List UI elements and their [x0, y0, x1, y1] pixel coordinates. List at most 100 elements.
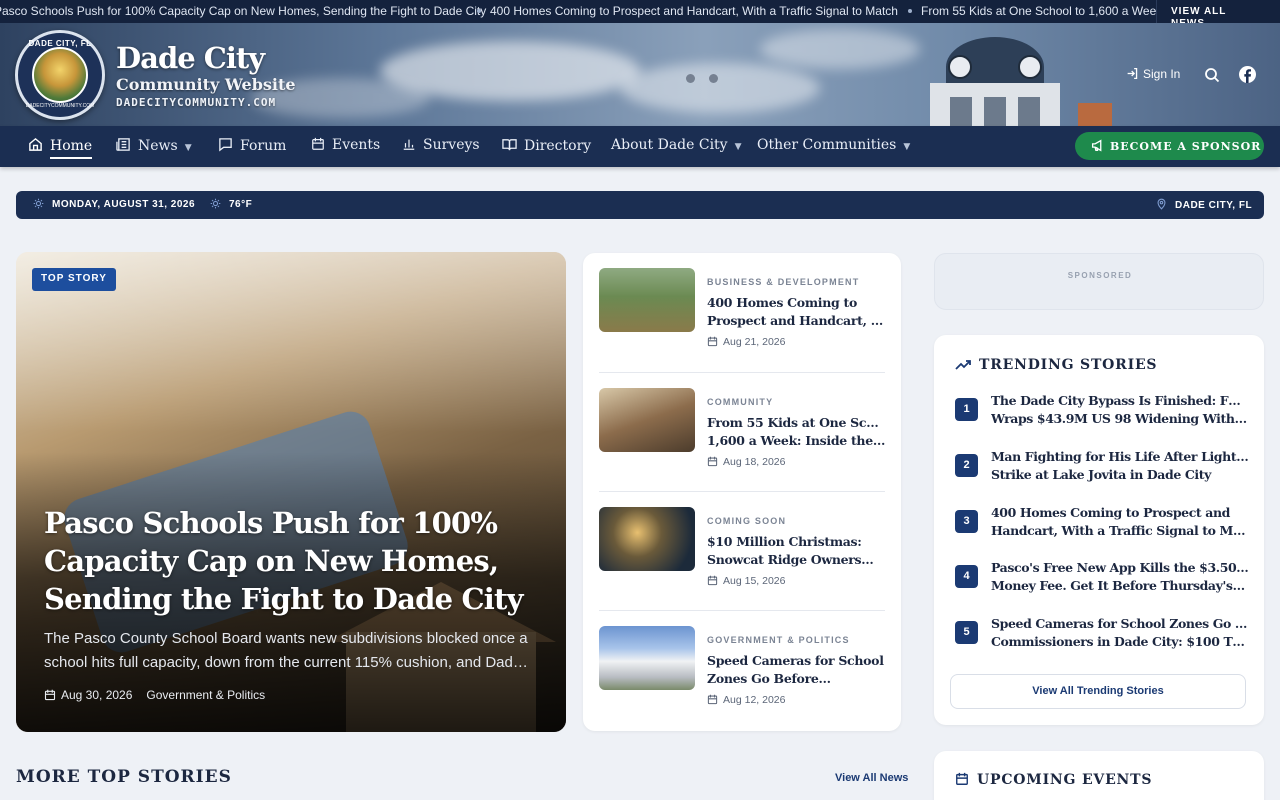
trending-item-title[interactable]: Speed Cameras for School Zones Go Before…	[991, 615, 1249, 651]
upcoming-events-title: UPCOMING EVENTS	[955, 772, 1152, 788]
story-category: COMMUNITY	[707, 397, 774, 407]
list-item[interactable]: COMING SOON $10 Million Christmas: Snowca…	[599, 491, 885, 597]
trending-item-title[interactable]: 400 Homes Coming to Prospect and Handcart…	[991, 504, 1249, 540]
trending-stories-card: TRENDING STORIES 1 The Dade City Bypass …	[934, 335, 1264, 725]
sign-in-link[interactable]: Sign In	[1126, 67, 1180, 81]
nav-label: Forum	[240, 138, 287, 154]
nav-item-other-communities[interactable]: Other Communities ▼	[757, 137, 910, 153]
nav-item-forum[interactable]: Forum	[218, 137, 286, 154]
calendar-icon	[707, 694, 718, 705]
story-title[interactable]: Speed Cameras for School Zones Go Before…	[707, 652, 887, 688]
top-story-meta: Aug 30, 2026 Government & Politics	[44, 688, 265, 702]
main-nav: Home News ▼ Forum Events Surveys Director…	[0, 126, 1280, 167]
story-date: Aug 18, 2026	[707, 456, 785, 468]
chevron-down-icon: ▼	[184, 143, 192, 153]
slider-dot[interactable]	[686, 74, 695, 83]
top-story-excerpt: The Pasco County School Board wants new …	[44, 630, 528, 671]
slider-dot[interactable]	[709, 74, 718, 83]
ticker-item-label: From 55 Kids at One School to 1,600 a We…	[921, 4, 1160, 18]
trending-item[interactable]: 4 Pasco's Free New App Kills the $3.50 L…	[955, 559, 1250, 603]
become-sponsor-label: BECOME A SPONSOR	[1110, 140, 1262, 153]
ticker-item-label: 400 Homes Coming to Prospect and Handcar…	[490, 4, 898, 18]
rank-badge: 4	[955, 565, 978, 588]
story-title[interactable]: 400 Homes Coming to Prospect and Handcart…	[707, 294, 887, 330]
map-pin-icon	[1157, 198, 1166, 210]
story-thumbnail[interactable]	[599, 626, 695, 690]
top-story-card[interactable]: TOP STORY Pasco Schools Push for 100% Ca…	[16, 252, 566, 732]
top-story-date: Aug 30, 2026	[61, 688, 133, 702]
nav-item-home[interactable]: Home	[28, 137, 93, 159]
nav-label: Other Communities	[757, 137, 897, 153]
home-icon	[29, 137, 42, 151]
trending-item-title[interactable]: Man Fighting for His Life After Lightnin…	[991, 448, 1249, 484]
become-sponsor-button[interactable]: BECOME A SPONSOR	[1075, 132, 1264, 160]
ticker-item[interactable]: From 55 Kids at One School to 1,600 a We…	[908, 4, 1160, 18]
nav-item-directory[interactable]: Directory	[502, 137, 591, 154]
nav-item-surveys[interactable]: Surveys	[402, 137, 480, 153]
seal-emblem	[32, 47, 88, 103]
ticker-item[interactable]: Pasco Schools Push for 100% Capacity Cap…	[0, 4, 486, 18]
top-story-category[interactable]: Government & Politics	[146, 688, 265, 702]
story-category: COMING SOON	[707, 516, 787, 526]
nav-label: Directory	[524, 138, 592, 154]
nav-item-about[interactable]: About Dade City ▼	[611, 137, 742, 153]
list-item[interactable]: COMMUNITY From 55 Kids at One School to1…	[599, 372, 887, 478]
sponsored-slot[interactable]: SPONSORED	[934, 253, 1264, 310]
view-all-news-link[interactable]: View All News	[835, 772, 908, 784]
news-ticker: Pasco Schools Push for 100% Capacity Cap…	[0, 0, 1280, 23]
view-all-news-link[interactable]: VIEW ALL NEWS→	[1156, 0, 1280, 23]
trending-item[interactable]: 5 Speed Cameras for School Zones Go Befo…	[955, 615, 1250, 659]
rank-badge: 3	[955, 510, 978, 533]
trending-item-title[interactable]: Pasco's Free New App Kills the $3.50 Lun…	[991, 559, 1249, 595]
list-item[interactable]: GOVERNMENT & POLITICS Speed Cameras for …	[599, 610, 885, 716]
story-title[interactable]: From 55 Kids at One School to1,600 a Wee…	[707, 414, 887, 450]
story-category: BUSINESS & DEVELOPMENT	[707, 277, 860, 287]
top-story-title[interactable]: Pasco Schools Push for 100% Capacity Cap…	[44, 504, 544, 618]
header-background-building	[1078, 103, 1112, 126]
header-background-cloud	[760, 29, 920, 69]
current-temperature: 76°F	[210, 198, 252, 210]
calendar-icon	[707, 336, 718, 347]
bar-chart-icon	[403, 139, 415, 150]
trending-item[interactable]: 1 The Dade City Bypass Is Finished: FDOT…	[955, 392, 1250, 436]
ticker-item[interactable]: 400 Homes Coming to Prospect and Handcar…	[477, 4, 898, 18]
trending-item-title[interactable]: The Dade City Bypass Is Finished: FDOT Wr…	[991, 392, 1249, 428]
story-thumbnail[interactable]	[599, 507, 695, 571]
story-category: GOVERNMENT & POLITICS	[707, 635, 850, 645]
current-location-label: DADE CITY, FL	[1175, 200, 1253, 211]
search-button[interactable]	[1204, 67, 1220, 88]
megaphone-icon	[1091, 139, 1102, 152]
nav-item-events[interactable]: Events	[311, 137, 380, 153]
trending-item[interactable]: 3 400 Homes Coming to Prospect and Handca…	[955, 504, 1250, 548]
story-title[interactable]: $10 Million Christmas: Snowcat Ridge Owne…	[707, 533, 887, 569]
story-thumbnail[interactable]	[599, 388, 695, 452]
facebook-icon	[1239, 66, 1256, 83]
site-subtitle: Community Website	[116, 75, 296, 94]
trending-up-icon	[955, 360, 971, 370]
trending-title: TRENDING STORIES	[955, 357, 1157, 373]
story-thumbnail[interactable]	[599, 268, 695, 332]
nav-item-news[interactable]: News ▼	[116, 137, 192, 154]
list-item[interactable]: BUSINESS & DEVELOPMENT 400 Homes Coming …	[599, 268, 887, 374]
calendar-icon	[312, 137, 324, 150]
nav-label: Home	[50, 138, 93, 159]
trending-item[interactable]: 2 Man Fighting for His Life After Lightn…	[955, 448, 1250, 492]
story-date: Aug 21, 2026	[707, 336, 785, 348]
more-top-stories-heading: MORE TOP STORIES	[16, 767, 232, 787]
city-seal-logo[interactable]: DADE CITY, FL DADECITYCOMMUNITY.COM	[15, 30, 105, 120]
date-weather-bar: MONDAY, AUGUST 31, 2026 76°F DADE CITY, …	[16, 191, 1264, 219]
current-location: DADE CITY, FL	[1156, 198, 1252, 211]
facebook-link[interactable]	[1239, 66, 1256, 88]
current-date: MONDAY, AUGUST 31, 2026	[33, 198, 195, 210]
upcoming-events-label: UPCOMING EVENTS	[977, 772, 1153, 788]
view-all-trending-button[interactable]: View All Trending Stories	[950, 674, 1246, 709]
slider-dots[interactable]	[686, 70, 732, 88]
nav-label: Surveys	[423, 137, 480, 153]
calendar-icon	[956, 772, 968, 785]
chevron-down-icon: ▼	[734, 142, 742, 152]
newspaper-icon	[116, 138, 130, 151]
site-header: DADE CITY, FL DADECITYCOMMUNITY.COM Dade…	[0, 23, 1280, 126]
site-title[interactable]: Dade City	[116, 41, 265, 75]
nav-label: News	[138, 138, 178, 154]
chevron-down-icon: ▼	[903, 142, 911, 152]
